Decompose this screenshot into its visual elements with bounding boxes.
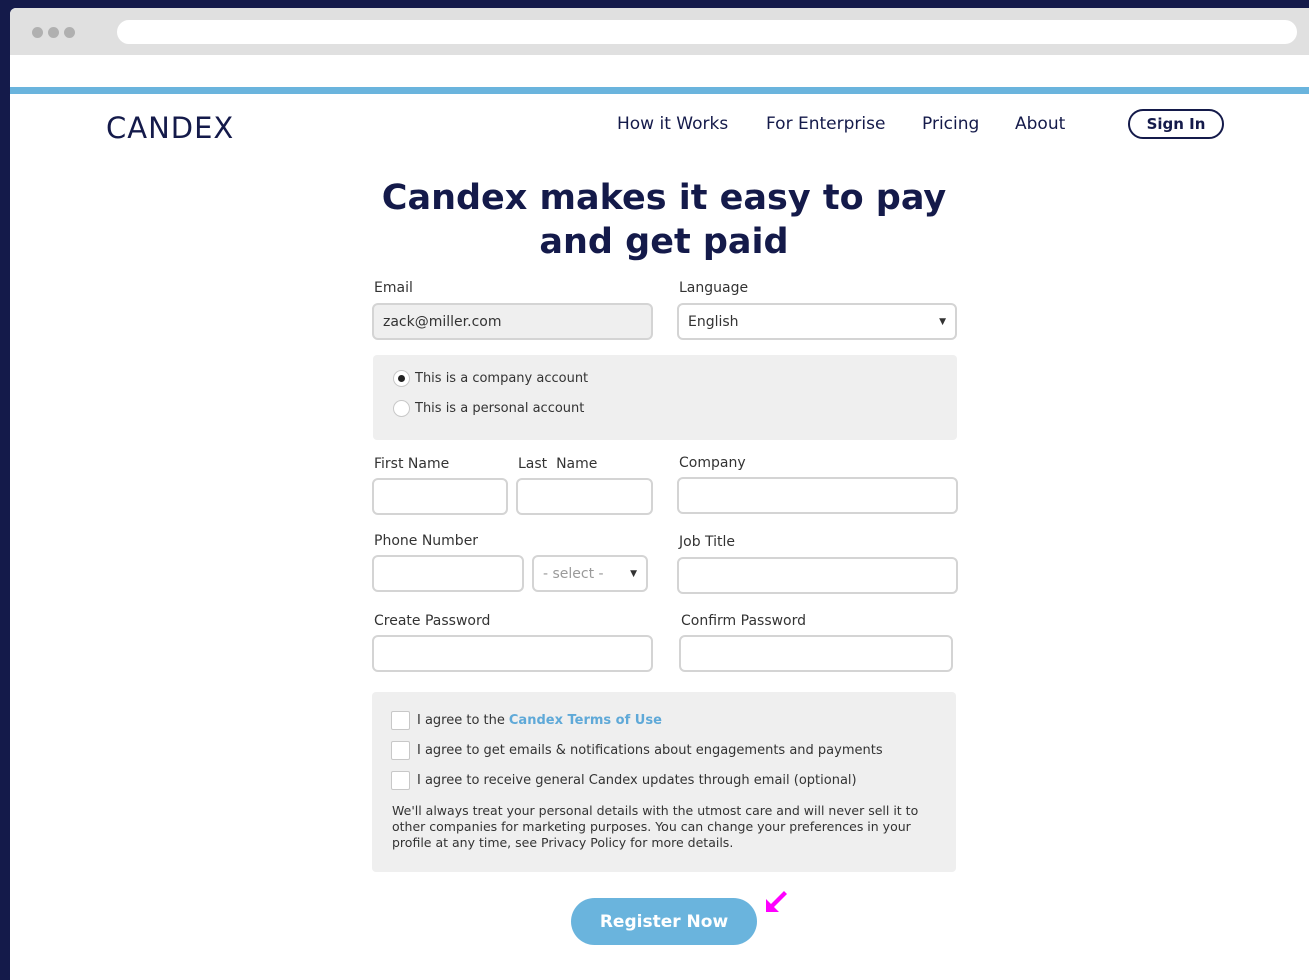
radio-selected-dot [398,375,405,382]
address-bar[interactable] [117,20,1297,44]
terms-label: I agree to the [417,713,505,728]
language-label: Language [679,280,749,296]
account-type-panel: This is a company account This is a pers… [373,355,957,440]
company-account-label: This is a company account [415,371,589,386]
job-title-field[interactable] [677,557,958,594]
radio-button[interactable] [393,370,410,387]
window-controls [32,27,75,38]
caret-down-icon: ▼ [630,568,637,579]
language-select[interactable]: English ▼ [677,303,957,340]
phone-number-label: Phone Number [374,533,479,549]
window-dot-icon[interactable] [48,27,59,38]
emails-label: I agree to get emails & notifications ab… [417,743,883,758]
window-dot-icon[interactable] [64,27,75,38]
window-dot-icon[interactable] [32,27,43,38]
company-account-radio[interactable]: This is a company account [393,370,588,387]
language-value: English [688,313,739,330]
job-title-label: Job Title [679,534,736,550]
personal-account-label: This is a personal account [415,401,585,416]
phone-number-field[interactable] [372,555,524,592]
nav-pricing[interactable]: Pricing [922,114,979,134]
confirm-password-label: Confirm Password [681,613,807,629]
last-name-field[interactable] [516,478,653,515]
nav-how-it-works[interactable]: How it Works [617,114,728,134]
company-label: Company [679,455,746,471]
radio-button[interactable] [393,400,410,417]
emails-checkbox[interactable] [391,741,410,760]
first-name-field[interactable] [372,478,508,515]
updates-checkbox[interactable] [391,771,410,790]
caret-down-icon: ▼ [939,316,946,327]
terms-checkbox-row[interactable]: I agree to the Candex Terms of Use [391,711,662,730]
company-field[interactable] [677,477,958,514]
email-field[interactable] [372,303,653,340]
browser-toolbar [10,8,1309,55]
confirm-password-field[interactable] [679,635,953,672]
nav-about[interactable]: About [1015,114,1065,134]
nav-for-enterprise[interactable]: For Enterprise [766,114,885,134]
arrow-pointer-icon [766,891,787,912]
privacy-note: We'll always treat your personal details… [392,803,919,850]
emails-checkbox-row[interactable]: I agree to get emails & notifications ab… [391,741,883,760]
terms-checkbox[interactable] [391,711,410,730]
phone-country-select[interactable]: - select - ▼ [532,555,648,592]
last-name-label: Last Name [518,456,598,472]
personal-account-radio[interactable]: This is a personal account [393,400,584,417]
header-accent-line [10,87,1309,94]
create-password-field[interactable] [372,635,653,672]
terms-of-use-link[interactable]: Candex Terms of Use [509,713,662,728]
create-password-label: Create Password [374,613,491,629]
phone-select-placeholder: - select - [543,565,604,582]
candex-logo[interactable]: CANDEX [106,111,234,145]
page-headline: Candex makes it easy to pay and get paid [381,178,947,262]
updates-label: I agree to receive general Candex update… [417,773,857,788]
first-name-label: First Name [374,456,450,472]
register-now-button[interactable]: Register Now [571,898,757,945]
updates-checkbox-row[interactable]: I agree to receive general Candex update… [391,771,857,790]
browser-window: CANDEX How it Works For Enterprise Prici… [10,8,1309,980]
email-label: Email [374,280,413,296]
sign-in-button[interactable]: Sign In [1128,109,1224,139]
